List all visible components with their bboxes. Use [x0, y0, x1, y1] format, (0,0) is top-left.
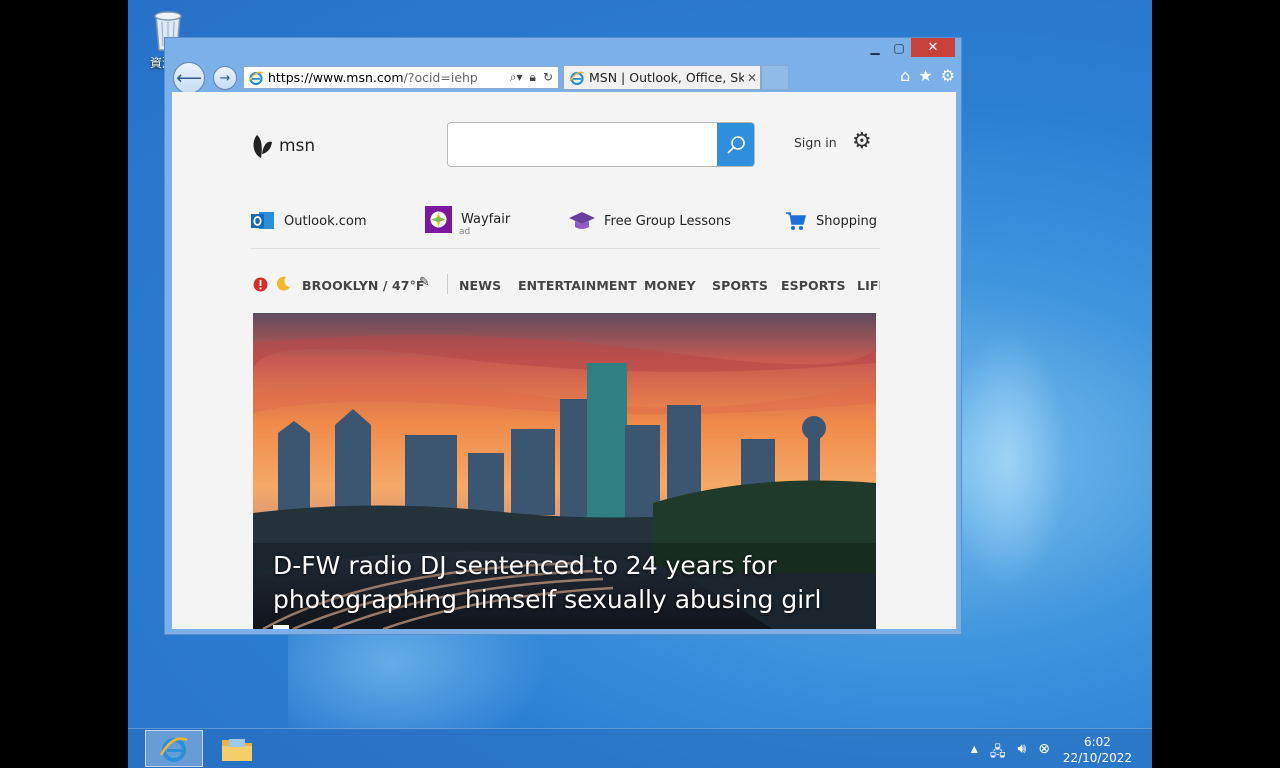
msn-butterfly-icon — [253, 135, 272, 158]
nav-item-sports[interactable]: SPORTS — [712, 278, 768, 293]
quick-link-wayfair[interactable]: Wayfair ad — [425, 206, 511, 237]
alert-icon[interactable] — [253, 277, 268, 292]
nav-item-news[interactable]: NEWS — [459, 278, 501, 293]
search-icon — [726, 135, 745, 154]
sign-in-link[interactable]: Sign in — [794, 135, 837, 150]
address-bar[interactable]: https://www.msn.com/?ocid=iehp ⌕▾ 🔒︎ ↻ — [243, 66, 559, 89]
home-icon[interactable]: ⌂ — [900, 66, 910, 85]
ie-window: ▁ ▢ ✕ ⟵ → https://www.msn.com/?ocid=iehp… — [164, 37, 962, 635]
tab-title: MSN | Outlook, Office, Sk... — [589, 70, 744, 85]
quick-links: Outlook.com Wayfair ad Free Group Lesson… — [251, 206, 880, 249]
quick-link-free-group-lessons[interactable]: Free Group Lessons — [569, 210, 731, 232]
clock-date: 22/10/2022 — [1062, 751, 1132, 765]
taskbar-ie-button[interactable] — [145, 730, 203, 767]
nav-item-life[interactable]: LIFE — [857, 278, 880, 293]
ie-page-icon — [248, 71, 264, 85]
url-host: https://www.msn.com — [268, 70, 404, 85]
hero-card[interactable]: D-FW radio DJ sentenced to 24 years for … — [253, 313, 876, 629]
wayfair-icon — [425, 206, 452, 233]
back-button[interactable]: ⟵ — [173, 62, 205, 94]
search-box — [447, 122, 755, 167]
new-tab-button[interactable] — [761, 65, 789, 90]
settings-gear-icon[interactable]: ⚙ — [852, 131, 872, 153]
shopping-cart-icon — [786, 212, 806, 230]
desktop: 資源回 ▁ ▢ ✕ ⟵ → https://www.msn.com/?ocid=… — [128, 0, 1152, 768]
quick-link-outlook[interactable]: Outlook.com — [251, 210, 367, 232]
window-caption-buttons: ▁ ▢ ✕ — [863, 38, 955, 58]
back-arrow-icon: ⟵ — [176, 67, 202, 89]
msn-logo[interactable]: msn — [251, 132, 315, 160]
close-button[interactable]: ✕ — [911, 38, 955, 57]
url-path: /?ocid=iehp — [403, 70, 478, 85]
folder-icon — [222, 739, 252, 761]
nav-separator — [447, 274, 448, 294]
page-content: msn Sign in ⚙ Outlook.com Wayfair ad Fre… — [172, 92, 956, 629]
nav-item-entertainment[interactable]: ENTERTAINMENT — [518, 278, 637, 293]
quick-link-shopping[interactable]: Shopping — [785, 210, 877, 232]
search-button[interactable] — [717, 123, 754, 166]
moon-icon — [276, 276, 290, 291]
edit-pencil-icon[interactable]: ✎ — [419, 275, 430, 290]
hero-headline[interactable]: D-FW radio DJ sentenced to 24 years for … — [273, 549, 863, 617]
volume-icon[interactable]: 🔊︎ — [1017, 741, 1026, 765]
refresh-icon[interactable]: ↻ — [543, 70, 553, 85]
forward-button[interactable]: → — [213, 66, 237, 90]
browser-tools: ⌂ ★ ⚙ — [900, 66, 955, 85]
graduation-cap-icon — [569, 212, 595, 229]
nav-item-money[interactable]: MONEY — [644, 278, 696, 293]
minimize-button[interactable]: ▁ — [863, 38, 887, 57]
msn-logo-text: msn — [279, 136, 316, 156]
ie-tab-icon — [569, 71, 585, 85]
quick-link-label: Shopping — [816, 213, 878, 229]
search-dropdown-icon[interactable]: ⌕▾ — [510, 70, 523, 85]
ad-badge: ad — [459, 227, 471, 237]
internet-explorer-icon — [159, 736, 188, 762]
action-center-icon[interactable]: ⊗ — [1038, 741, 1050, 765]
clock-time: 6:02 — [1083, 735, 1111, 749]
favorites-star-icon[interactable]: ★ — [918, 66, 932, 85]
weather-location[interactable]: BROOKLYN / 47°F — [302, 278, 425, 293]
clock[interactable]: 6:02 22/10/2022 — [1063, 734, 1132, 766]
system-tray: ▴ 🖧︎ 🔊︎ ⊗ — [971, 741, 1050, 765]
tab-close-icon[interactable]: ✕ — [744, 71, 760, 85]
address-tools: ⌕▾ 🔒︎ ↻ — [510, 70, 558, 85]
quick-link-label: Outlook.com — [284, 213, 367, 229]
quick-link-label: Wayfair — [461, 212, 511, 227]
show-hidden-icons-icon[interactable]: ▴ — [971, 741, 978, 765]
taskbar: ▴ 🖧︎ 🔊︎ ⊗ 6:02 22/10/2022 — [128, 728, 1152, 768]
gear-icon[interactable]: ⚙ — [941, 66, 955, 85]
navigation-bar: ⟵ → https://www.msn.com/?ocid=iehp ⌕▾ 🔒︎… — [165, 62, 961, 94]
maximize-button[interactable]: ▢ — [887, 38, 911, 57]
address-url[interactable]: https://www.msn.com/?ocid=iehp — [268, 70, 510, 85]
lock-icon[interactable]: 🔒︎ — [530, 70, 536, 85]
search-input[interactable] — [448, 123, 710, 166]
outlook-icon — [251, 212, 274, 229]
network-icon[interactable]: 🖧︎ — [990, 741, 1006, 765]
hero-pagination-dot — [273, 625, 289, 629]
tab-msn[interactable]: MSN | Outlook, Office, Sk... ✕ — [563, 65, 761, 90]
forward-arrow-icon: → — [219, 70, 231, 86]
quick-link-label: Free Group Lessons — [604, 213, 731, 229]
taskbar-file-explorer-button[interactable] — [214, 732, 260, 766]
nav-item-esports[interactable]: ESPORTS — [781, 278, 846, 293]
category-nav: BROOKLYN / 47°F ✎ NEWS ENTERTAINMENT MON… — [251, 272, 880, 298]
